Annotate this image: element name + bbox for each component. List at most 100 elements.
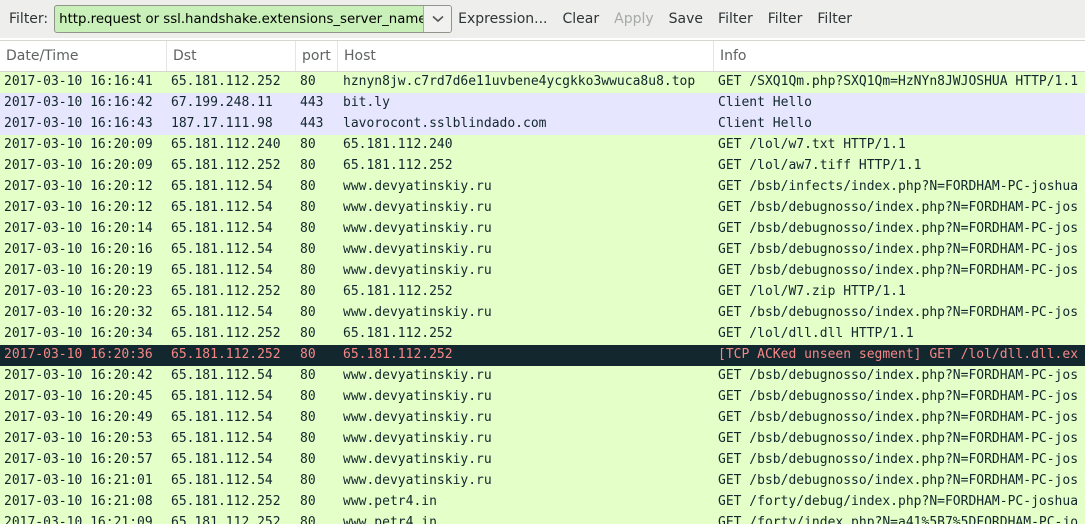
packet-row[interactable]: 2017-03-10 16:20:53 65.181.112.54 80 www.de… [0,429,1085,450]
packet-row[interactable]: 2017-03-10 16:20:12 65.181.112.54 80 www.de… [0,177,1085,198]
packet-host: bit.ly [343,95,390,110]
packet-port: 80 [300,410,316,425]
column-header-dst[interactable]: Dst [167,41,296,71]
packet-host: lavorocont.sslblindado.com [343,116,547,131]
filter-button-2[interactable]: Filter [768,11,803,27]
packet-host: www.devyatinskiy.ru [343,221,492,236]
packet-port: 80 [300,137,316,152]
packet-row[interactable]: 2017-03-10 16:20:09 65.181.112.240 80 65.18… [0,135,1085,156]
packet-row[interactable]: 2017-03-10 16:20:23 65.181.112.252 80 65.18… [0,282,1085,303]
column-header-host[interactable]: Host [338,41,714,71]
packet-row[interactable]: 2017-03-10 16:16:43 187.17.111.98 443 lavor… [0,114,1085,135]
packet-info: GET /bsb/debugnosso/index.php?N=FORDHAM-… [718,200,1079,215]
packet-port: 80 [300,368,316,383]
packet-info: GET /bsb/debugnosso/index.php?N=FORDHAM-… [718,473,1079,488]
column-header-info[interactable]: Info [714,41,1085,71]
packet-host: www.devyatinskiy.ru [343,263,492,278]
packet-info: GET /lol/W7.zip HTTP/1.1 [718,284,906,299]
packet-row[interactable]: 2017-03-10 16:16:42 67.199.248.11 443 bit.l… [0,93,1085,114]
packet-info: GET /bsb/debugnosso/index.php?N=FORDHAM-… [718,452,1079,467]
packet-info: [TCP ACKed unseen segment] GET /lol/dll.… [718,347,1079,362]
packet-time: 2017-03-10 16:20:57 [4,452,153,467]
packet-info: GET /forty/debug/index.php?N=FORDHAM-PC-… [718,494,1079,509]
packet-port: 80 [300,263,316,278]
column-header-datetime[interactable]: Date/Time [0,41,167,71]
packet-time: 2017-03-10 16:21:08 [4,494,153,509]
packet-host: 65.181.112.252 [343,347,453,362]
packet-dst: 65.181.112.54 [171,242,273,257]
packet-row[interactable]: 2017-03-10 16:21:08 65.181.112.252 80 www.p… [0,492,1085,513]
packet-time: 2017-03-10 16:21:01 [4,473,153,488]
save-button[interactable]: Save [669,11,703,27]
packet-row[interactable]: 2017-03-10 16:20:45 65.181.112.54 80 www.de… [0,387,1085,408]
packet-port: 80 [300,494,316,509]
filter-history-dropdown[interactable] [423,6,452,32]
packet-dst: 65.181.112.54 [171,263,273,278]
column-header-port[interactable]: port [296,41,338,71]
packet-dst: 65.181.112.54 [171,221,273,236]
packet-host: 65.181.112.252 [343,326,453,341]
chevron-down-icon [432,15,444,23]
packet-info: GET /bsb/debugnosso/index.php?N=FORDHAM-… [718,305,1079,320]
packet-row[interactable]: 2017-03-10 16:20:49 65.181.112.54 80 www.de… [0,408,1085,429]
packet-row[interactable]: 2017-03-10 16:20:57 65.181.112.54 80 www.de… [0,450,1085,471]
packet-host: 65.181.112.252 [343,158,453,173]
packet-row[interactable]: 2017-03-10 16:20:32 65.181.112.54 80 www.de… [0,303,1085,324]
expression-button[interactable]: Expression... [458,11,547,27]
packet-host: 65.181.112.240 [343,137,453,152]
packet-dst: 65.181.112.252 [171,158,281,173]
packet-row[interactable]: 2017-03-10 16:20:12 65.181.112.54 80 www.de… [0,198,1085,219]
packet-info: GET /bsb/debugnosso/index.php?N=FORDHAM-… [718,431,1079,446]
packet-dst: 65.181.112.252 [171,326,281,341]
packet-host: hznyn8jw.c7rd7d6e11uvbene4ycgkko3wwuca8u… [343,74,696,89]
packet-row[interactable]: 2017-03-10 16:20:36 65.181.112.252 80 65.18… [0,345,1085,366]
packet-row[interactable]: 2017-03-10 16:20:16 65.181.112.54 80 www.de… [0,240,1085,261]
packet-list-header: Date/Time Dst port Host Info [0,40,1085,72]
packet-dst: 65.181.112.252 [171,284,281,299]
packet-row[interactable]: 2017-03-10 16:20:34 65.181.112.252 80 65.18… [0,324,1085,345]
packet-time: 2017-03-10 16:20:19 [4,263,153,278]
display-filter-input[interactable] [55,6,424,32]
apply-button[interactable]: Apply [614,11,654,27]
packet-info: GET /lol/aw7.tiff HTTP/1.1 [718,158,922,173]
packet-time: 2017-03-10 16:16:41 [4,74,153,89]
packet-info: GET /bsb/infects/index.php?N=FORDHAM-PC-… [718,179,1079,194]
packet-time: 2017-03-10 16:20:09 [4,137,153,152]
packet-dst: 65.181.112.54 [171,431,273,446]
packet-info: GET /bsb/debugnosso/index.php?N=FORDHAM-… [718,242,1079,257]
packet-row[interactable]: 2017-03-10 16:21:09 65.181.112.252 80 www.p… [0,513,1085,524]
packet-time: 2017-03-10 16:20:16 [4,242,153,257]
packet-info: GET /SXQ1Qm.php?SXQ1Qm=HzNYn8JWJOSHUA HT… [718,74,1079,89]
packet-host: 65.181.112.252 [343,284,453,299]
packet-port: 80 [300,242,316,257]
packet-dst: 65.181.112.252 [171,515,281,524]
packet-row[interactable]: 2017-03-10 16:20:19 65.181.112.54 80 www.de… [0,261,1085,282]
packet-info: GET /bsb/debugnosso/index.php?N=FORDHAM-… [718,221,1079,236]
packet-port: 80 [300,326,316,341]
packet-port: 443 [300,116,324,131]
packet-host: www.devyatinskiy.ru [343,410,492,425]
packet-row[interactable]: 2017-03-10 16:20:14 65.181.112.54 80 www.de… [0,219,1085,240]
packet-row[interactable]: 2017-03-10 16:16:41 65.181.112.252 80 hznyn… [0,72,1085,93]
packet-port: 443 [300,95,324,110]
filter-button-1[interactable]: Filter [718,11,753,27]
packet-port: 80 [300,305,316,320]
packet-host: www.devyatinskiy.ru [343,452,492,467]
packet-info: GET /forty/index.php?N=a41%5B7%5DFORDHAM… [718,515,1079,524]
packet-host: www.devyatinskiy.ru [343,305,492,320]
packet-row[interactable]: 2017-03-10 16:21:01 65.181.112.54 80 www.de… [0,471,1085,492]
packet-dst: 187.17.111.98 [171,116,273,131]
packet-host: www.devyatinskiy.ru [343,242,492,257]
packet-list: 2017-03-10 16:16:41 65.181.112.252 80 hznyn… [0,72,1085,524]
packet-port: 80 [300,452,316,467]
packet-row[interactable]: 2017-03-10 16:20:42 65.181.112.54 80 www.de… [0,366,1085,387]
packet-time: 2017-03-10 16:20:32 [4,305,153,320]
packet-dst: 65.181.112.54 [171,200,273,215]
clear-button[interactable]: Clear [563,11,600,27]
filter-label: Filter: [9,11,49,27]
packet-row[interactable]: 2017-03-10 16:20:09 65.181.112.252 80 65.18… [0,156,1085,177]
packet-time: 2017-03-10 16:20:36 [4,347,153,362]
packet-info: GET /bsb/debugnosso/index.php?N=FORDHAM-… [718,410,1079,425]
filter-button-3[interactable]: Filter [817,11,852,27]
packet-dst: 65.181.112.54 [171,452,273,467]
